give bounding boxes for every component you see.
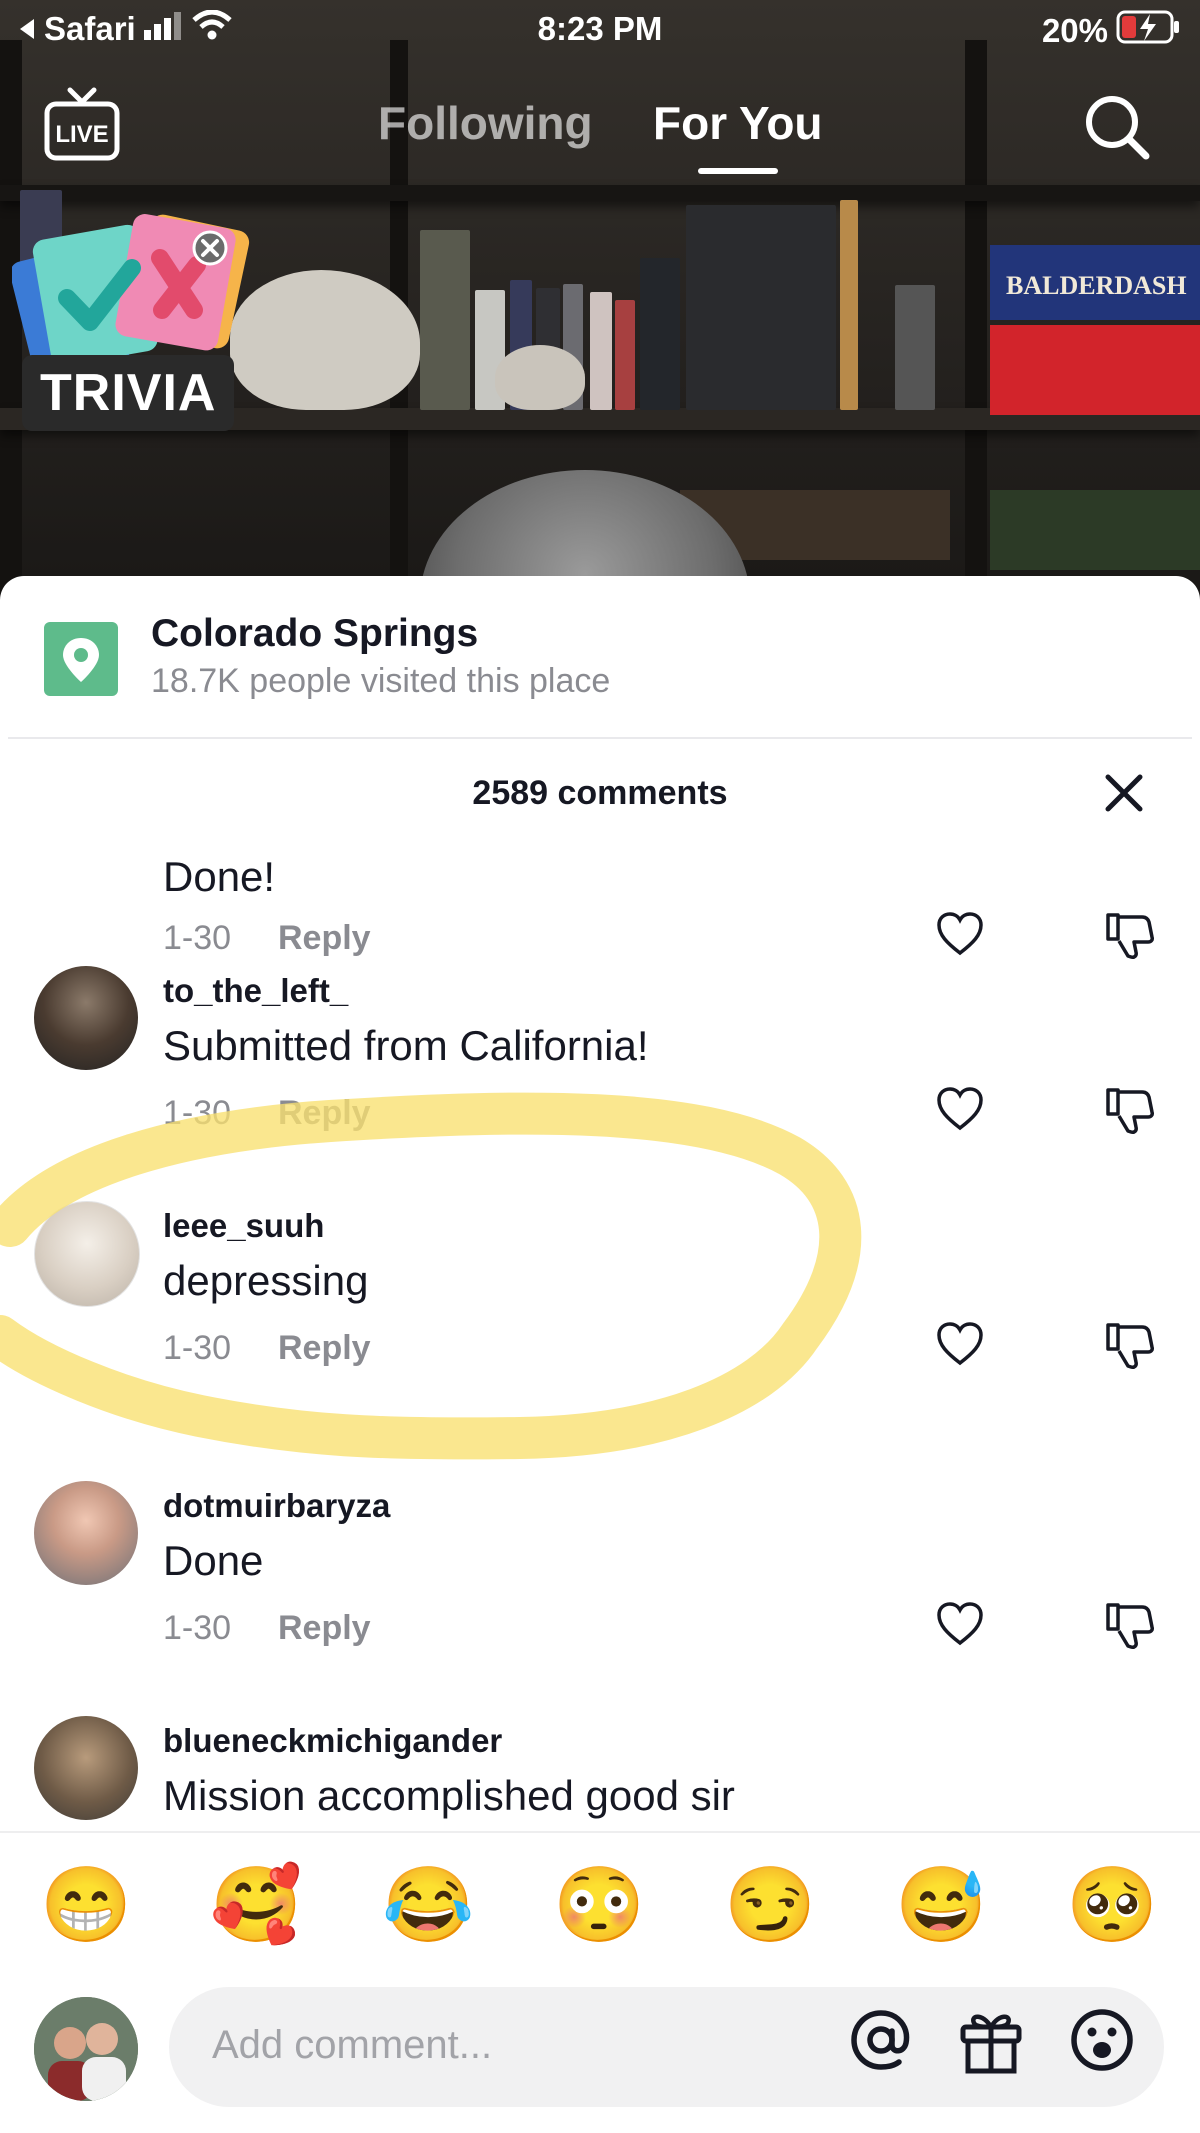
comment-input-row: Add comment... <box>0 1985 1200 2115</box>
comment-list[interactable]: Done! 1-30 Reply to_the_left_ Submitted … <box>0 849 1200 1405</box>
avatar[interactable] <box>34 1201 140 1307</box>
comment-date: 1-30 <box>163 1609 232 1647</box>
emoji-picker-icon[interactable] <box>1067 2005 1137 2080</box>
location-name: Colorado Springs <box>151 612 479 655</box>
reply-button[interactable]: Reply <box>278 1094 371 1133</box>
avatar[interactable] <box>34 1481 138 1585</box>
location-row[interactable]: Colorado Springs 18.7K people visited th… <box>0 576 1200 736</box>
at-mention-icon[interactable] <box>846 2005 916 2080</box>
game-box-label: BALDERDASH <box>1006 271 1187 300</box>
trivia-label: TRIVIA <box>22 355 235 431</box>
game-box: BALDERDASH <box>990 245 1200 320</box>
comment-text: Mission accomplished good sir <box>163 1772 735 1819</box>
heart-icon[interactable] <box>935 1601 985 1652</box>
book <box>420 230 470 410</box>
live-icon[interactable]: LIVE <box>42 86 122 171</box>
comment-item: to_the_left_ Submitted from California! … <box>0 966 1200 1201</box>
tab-for-you[interactable]: For You <box>653 96 823 150</box>
location-pin-icon <box>44 622 118 696</box>
live-label: LIVE <box>55 121 108 148</box>
comment-item: dotmuirbaryza Done 1-30 Reply <box>0 1481 1200 1716</box>
avatar[interactable] <box>34 1997 138 2101</box>
thumbs-down-icon[interactable] <box>1104 1319 1156 1376</box>
reply-button[interactable]: Reply <box>278 919 371 958</box>
book <box>840 200 858 410</box>
thumbs-down-icon[interactable] <box>1104 1084 1156 1141</box>
comment-username[interactable]: blueneckmichigander <box>163 1722 502 1760</box>
reply-button[interactable]: Reply <box>278 1609 371 1648</box>
status-right: 20% <box>1042 10 1182 52</box>
book <box>615 300 635 410</box>
game-box <box>990 325 1200 415</box>
book <box>686 205 836 410</box>
comment-date: 1-30 <box>163 919 232 957</box>
top-nav: LIVE Following For You <box>0 80 1200 190</box>
comment-item: leee_suuh depressing 1-30 Reply <box>0 1201 1200 1405</box>
comment-input-placeholder: Add comment... <box>212 2023 493 2067</box>
divider <box>0 1831 1200 1833</box>
emoji-quick-bar: 😁 🥰 😂 😳 😏 😅 🥺 <box>0 1860 1200 1960</box>
comment-item <box>0 1405 1200 1410</box>
tab-following[interactable]: Following <box>378 96 593 150</box>
heart-icon[interactable] <box>935 1321 985 1372</box>
emoji-smirk[interactable]: 😏 <box>724 1860 816 1950</box>
search-icon[interactable] <box>1082 92 1152 167</box>
book <box>590 292 612 410</box>
active-tab-indicator <box>698 168 778 174</box>
comment-username[interactable]: dotmuirbaryza <box>163 1487 390 1525</box>
comment-username[interactable]: leee_suuh <box>163 1207 324 1245</box>
status-bar: Safari 8:23 PM 20% <box>0 0 1200 60</box>
battery-icon <box>1116 10 1182 52</box>
comments-count: 2589 comments <box>472 774 728 812</box>
emoji-joy[interactable]: 😂 <box>382 1860 474 1950</box>
skull-decoration <box>230 270 420 410</box>
divider <box>8 737 1192 739</box>
comment-text: depressing <box>163 1257 369 1304</box>
book <box>640 258 680 410</box>
location-visitors: 18.7K people visited this place <box>151 662 611 700</box>
heart-icon[interactable] <box>935 1086 985 1137</box>
comment-username[interactable]: to_the_left_ <box>163 972 348 1010</box>
comment-text: Done! <box>163 853 276 900</box>
status-time: 8:23 PM <box>537 10 663 47</box>
battery-percent: 20% <box>1041 12 1108 49</box>
thumbs-down-icon[interactable] <box>1104 909 1156 966</box>
comment-item: Done! 1-30 Reply <box>0 849 1200 966</box>
emoji-flushed[interactable]: 😳 <box>553 1860 645 1950</box>
avatar[interactable] <box>34 966 138 1070</box>
comment-text: Done <box>163 1537 264 1584</box>
game-box <box>990 490 1200 570</box>
book <box>895 285 935 410</box>
emoji-hearts[interactable]: 🥰 <box>210 1860 302 1950</box>
trivia-sticker[interactable]: TRIVIA <box>10 210 252 440</box>
comment-date: 1-30 <box>163 1094 232 1132</box>
reply-button[interactable]: Reply <box>278 1329 371 1368</box>
comment-item: blueneckmichigander Mission accomplished… <box>0 1716 1200 1831</box>
emoji-grin[interactable]: 😁 <box>40 1860 132 1950</box>
skull-decoration <box>495 345 585 410</box>
heart-icon[interactable] <box>935 911 985 962</box>
gift-icon[interactable] <box>958 2005 1024 2080</box>
comment-date: 1-30 <box>163 1329 232 1367</box>
avatar[interactable] <box>34 1716 138 1820</box>
thumbs-down-icon[interactable] <box>1104 1599 1156 1656</box>
close-icon[interactable] <box>1102 771 1146 820</box>
comment-text: Submitted from California! <box>163 1022 649 1069</box>
emoji-pleading[interactable]: 🥺 <box>1066 1860 1158 1950</box>
emoji-sweat-smile[interactable]: 😅 <box>895 1860 987 1950</box>
comment-list-lower[interactable]: dotmuirbaryza Done 1-30 Reply blueneckmi… <box>0 1481 1200 1831</box>
